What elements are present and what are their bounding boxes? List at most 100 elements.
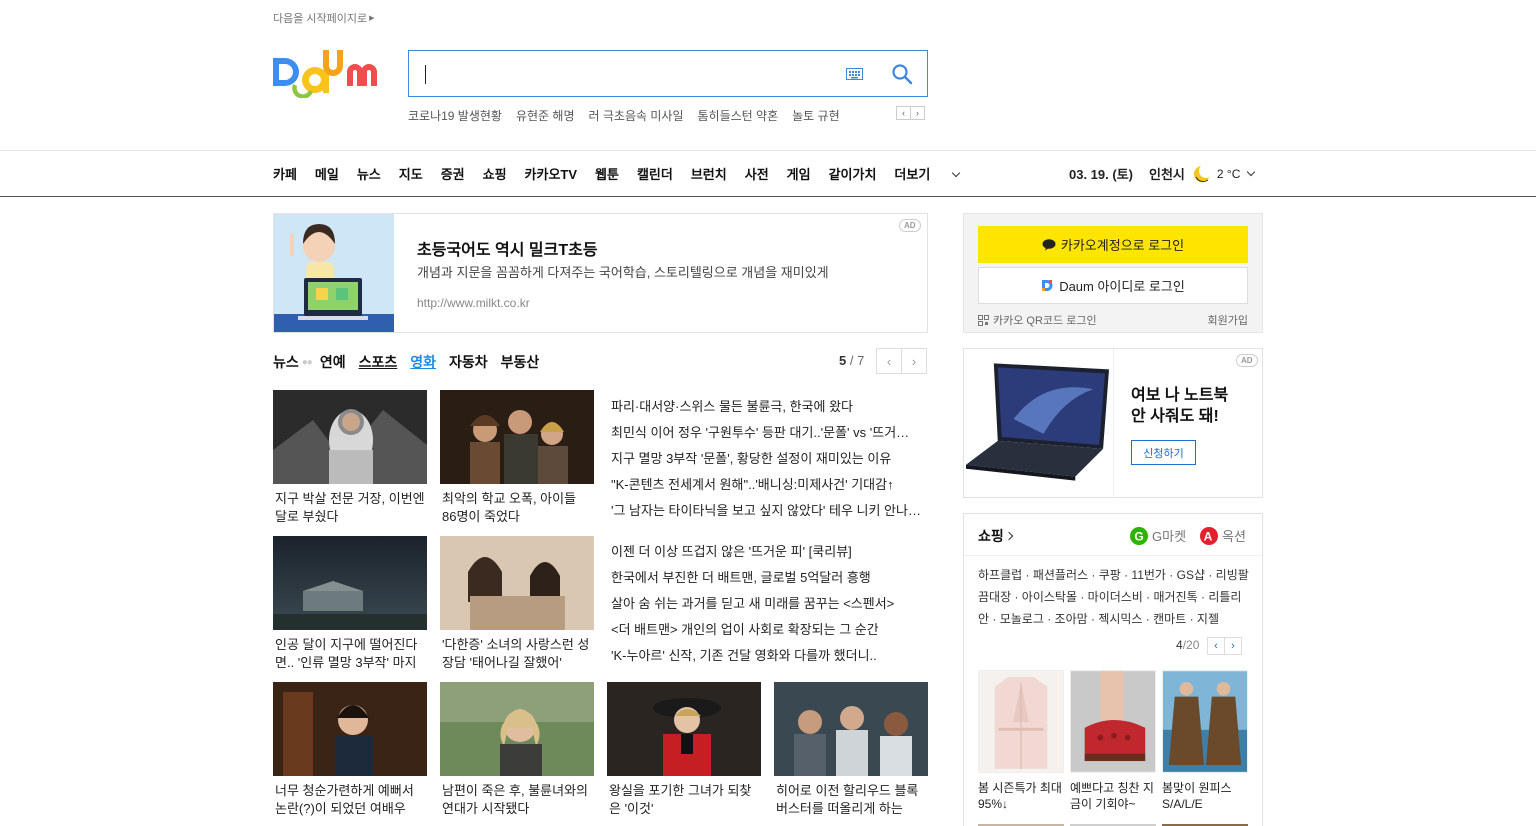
news-card[interactable]: 인공 달이 지구에 떨어진다면.. '인류 멸망 3부작' 마지막 편 [273,536,427,672]
chevron-down-icon [1247,167,1256,176]
daum-logo[interactable] [273,50,389,98]
keyboard-icon[interactable] [846,68,863,80]
shop-prev-button[interactable]: ‹ [1207,637,1225,655]
nav-cafe[interactable]: 카페 [273,164,297,183]
auction-icon: A [1200,526,1218,545]
nav-together[interactable]: 같이가치 [829,164,877,183]
ad-image [274,214,394,332]
news-prev-button[interactable]: ‹ [876,348,902,374]
news-link[interactable]: 파리·대서양·스위스 물든 불륜극, 한국에 왔다 [611,396,921,422]
product-card[interactable]: 봄 시즌특가 최대 95%↓ [978,670,1064,812]
nav-dictionary[interactable]: 사전 [745,164,769,183]
ad-badge: AD [1236,354,1258,367]
keyword-item[interactable]: 러 극초음속 미사일 [589,107,684,124]
news-tabs: 뉴스 ●● 연예 스포츠 영화 자동차 부동산 [273,352,552,372]
news-link[interactable]: 이젠 더 이상 뜨겁지 않은 '뜨거운 피' [쿡리뷰] [611,541,921,567]
news-card[interactable]: 최악의 학교 오폭, 아이들 86명이 죽었다 [440,390,594,526]
shop-next-button[interactable]: › [1224,637,1242,655]
news-next-button[interactable]: › [901,348,927,374]
news-list: 파리·대서양·스위스 물든 불륜극, 한국에 왔다 최민식 이어 정우 '구원투… [611,396,921,526]
nav-webtoon[interactable]: 웹툰 [595,164,619,183]
news-pager: 5 / 7 [839,353,865,368]
product-caption: 봄맞이 원피스 S/A/L/E [1162,781,1232,811]
nav-news[interactable]: 뉴스 [357,164,381,183]
gmarket-label: G마켓 [1152,529,1187,544]
news-thumbnail [774,682,928,776]
shopping-box: 쇼핑 G G마켓 A 옥션 하프클럽 · 패션플러스 · 쿠팡 · 11번가 ·… [963,513,1263,826]
news-link[interactable]: <더 배트맨> 개인의 업이 사회로 확장되는 그 순간 [611,619,921,645]
nav-mail[interactable]: 메일 [315,164,339,183]
keyword-next-button[interactable]: › [910,106,925,120]
qr-login-link[interactable]: 카카오 QR코드 로그인 [978,312,1097,328]
laptop-ad[interactable]: 여보 나 노트북 안 사줘도 돼! 신청하기 AD [963,348,1263,498]
page-total: 7 [857,353,865,368]
news-link[interactable]: 살아 숨 쉬는 과거를 딛고 새 미래를 꿈꾸는 <스펜서> [611,593,921,619]
keyword-item[interactable]: 톰히들스턴 약혼 [698,107,779,124]
news-link[interactable]: 지구 멸망 3부작 '문폴', 황당한 설정이 재미있는 이유 [611,448,921,474]
tab-car[interactable]: 자동차 [449,352,488,372]
news-thumbnail [273,682,427,776]
news-card[interactable]: 너무 청순가련하게 예뻐서 논란(?)이 되었던 여배우 [273,682,427,818]
tab-sports[interactable]: 스포츠 [359,352,398,372]
nav-stock[interactable]: 증권 [441,164,465,183]
news-card[interactable]: '다한증' 소녀의 사랑스런 성장담 '태어나길 잘했어' [440,536,594,672]
keyword-item[interactable]: 놀토 규현 [792,107,840,124]
news-caption: 너무 청순가련하게 예뻐서 논란(?)이 되었던 여배우 [275,783,414,816]
nav-brunch[interactable]: 브런치 [691,164,727,183]
search-box[interactable] [408,50,928,97]
news-link[interactable]: '그 남자는 타이타닉을 보고 싶지 않았다' 테우 니키 안나의 여정 [611,500,921,526]
ad-title[interactable]: 초등국어도 역시 밀크T초등 [417,236,598,260]
search-input[interactable] [423,61,823,87]
ad-url[interactable]: http://www.milkt.co.kr [417,296,530,310]
search-icon[interactable] [891,63,913,85]
tab-movie[interactable]: 영화 [410,352,436,372]
weather-widget[interactable]: 03. 19. (토) 인천시 2 °C [1069,164,1256,183]
keyword-item[interactable]: 코로나19 발생현황 [408,107,502,124]
signup-link[interactable]: 회원가입 [1208,312,1248,328]
keyword-item[interactable]: 유현준 해명 [516,107,575,124]
divider [0,196,1536,197]
tab-entertainment[interactable]: 연예 [320,352,346,372]
product-card[interactable]: 봄맞이 원피스 S/A/L/E [1162,670,1248,812]
news-caption: 히어로 이전 할리우드 블록버스터를 떠올리게 하는 [776,783,919,816]
shopping-nav: ‹ › [1207,637,1242,655]
keyword-prev-button[interactable]: ‹ [896,106,911,120]
nav-calendar[interactable]: 캘린더 [637,164,673,183]
news-pager-nav: ‹ › [876,348,927,374]
shopping-links[interactable]: 하프클럽 · 패션플러스 · 쿠팡 · 11번가 · GS샵 · 리빙팔끔대장 … [978,564,1250,630]
news-card[interactable]: 지구 박살 전문 거장, 이번엔 달로 부쉈다 [273,390,427,526]
ad-banner[interactable]: 초등국어도 역시 밀크T초등 개념과 지문을 꼼꼼하게 다져주는 국어학습, 스… [273,213,928,333]
nav-more-button[interactable]: 더보기 [894,164,961,183]
auction-link[interactable]: A 옥션 [1200,526,1246,545]
gmarket-link[interactable]: G G마켓 [1130,526,1186,545]
qr-code-icon [978,314,989,326]
news-card[interactable]: 히어로 이전 할리우드 블록버스터를 떠올리게 하는 [774,682,928,818]
kakao-login-button[interactable]: 카카오계정으로 로그인 [978,226,1248,263]
tab-realestate[interactable]: 부동산 [501,352,540,372]
nav-shopping[interactable]: 쇼핑 [483,164,507,183]
news-thumbnail [440,390,594,484]
news-card[interactable]: 남편이 죽은 후, 불륜녀와의 연대가 시작됐다 [440,682,594,818]
news-list: 이젠 더 이상 뜨겁지 않은 '뜨거운 피' [쿡리뷰] 한국에서 부진한 더 … [611,541,921,671]
nav-kakaotv[interactable]: 카카오TV [525,164,578,183]
shopping-title[interactable]: 쇼핑 [978,526,1014,546]
nav-game[interactable]: 게임 [787,164,811,183]
temperature: 2 °C [1216,166,1241,181]
news-link[interactable]: 한국에서 부진한 더 배트맨, 글로벌 5억달러 흥행 [611,567,921,593]
daum-login-button[interactable]: Daum 아이디로 로그인 [978,267,1248,304]
apply-button[interactable]: 신청하기 [1131,440,1196,465]
product-card[interactable]: 예쁘다고 칭찬 지금이 기회야~ [1070,670,1156,812]
news-thumbnail [440,682,594,776]
ad2-title-line2: 안 사줘도 돼! [1131,408,1219,425]
news-link[interactable]: 최민식 이어 정우 '구원투수' 등판 대기..'문폴' vs '뜨거운 피' [611,422,921,448]
news-caption: 최악의 학교 오폭, 아이들 86명이 죽었다 [442,491,577,524]
auction-label: 옥션 [1222,529,1246,544]
news-link[interactable]: "K-콘텐츠 전세계서 원해"..'배니싱:미제사건' 기대감↑ [611,474,921,500]
tab-news[interactable]: 뉴스 [273,352,299,372]
news-link[interactable]: 'K-누아르' 신작, 기존 건달 영화와 다를까 했더니.. [611,645,921,671]
nav-map[interactable]: 지도 [399,164,423,183]
product-image [1070,670,1156,773]
ad-description: 개념과 지문을 꼼꼼하게 다져주는 국어학습, 스토리텔링으로 개념을 재미있게 [417,265,829,280]
news-card[interactable]: 왕실을 포기한 그녀가 되찾은 '이것' [607,682,761,818]
set-start-page-link[interactable]: 다음을 시작페이지로 ▶ [273,10,375,26]
